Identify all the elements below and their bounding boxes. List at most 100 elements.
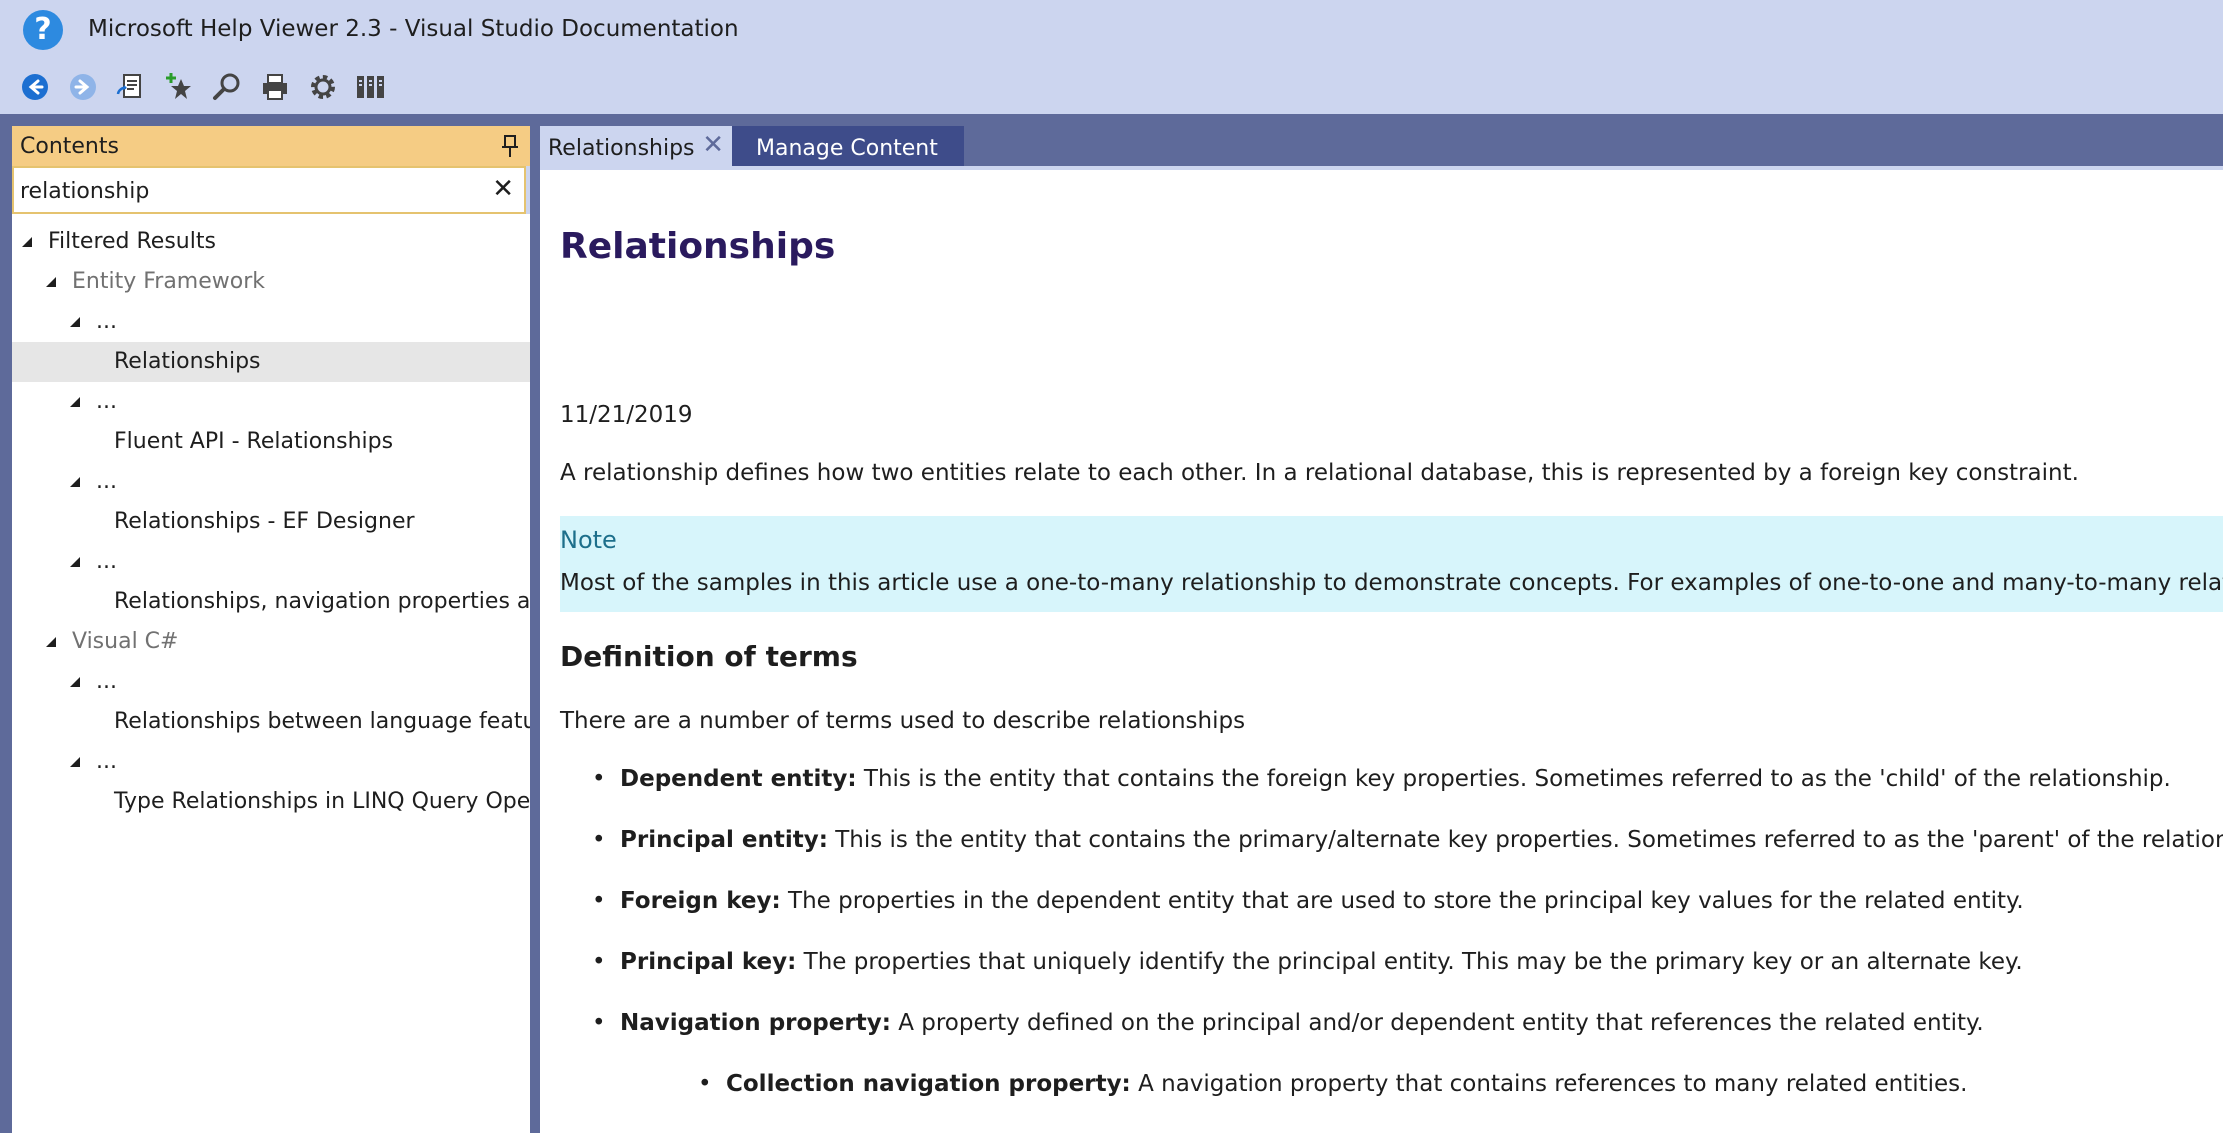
tree-node-label: ... [96, 549, 117, 574]
contents-pane-header: Contents [12, 126, 530, 166]
pane-splitter[interactable] [530, 114, 540, 1133]
term-text: Dependent entity: This is the entity tha… [620, 766, 2171, 792]
tree-node-label: ... [96, 469, 117, 494]
tree-node[interactable]: ... [12, 662, 530, 702]
section-heading: Definition of terms [560, 640, 858, 673]
tree-node-label: Type Relationships in LINQ Query Operati… [114, 789, 530, 814]
intro-paragraph: A relationship defines how two entities … [560, 460, 2079, 486]
document-date: 11/21/2019 [560, 402, 693, 428]
document-content: Relationships 11/21/2019 A relationship … [540, 170, 2223, 1133]
term-name: Principal key: [620, 949, 797, 975]
expand-triangle-icon[interactable] [46, 277, 56, 287]
tree-node[interactable]: Relationships [12, 342, 530, 382]
term-description: This is the entity that contains the for… [856, 766, 2171, 792]
tree-node-label: ... [96, 749, 117, 774]
tree-node[interactable]: Visual C# [12, 622, 530, 662]
manage-content-button[interactable] [354, 70, 388, 104]
sync-contents-button[interactable] [114, 70, 148, 104]
tree-node-label: Visual C# [72, 629, 179, 654]
bullet-icon: • [592, 888, 606, 914]
tree-node[interactable]: ... [12, 462, 530, 502]
page-title: Relationships [560, 226, 836, 267]
settings-button[interactable] [306, 70, 340, 104]
tree-node[interactable]: Entity Framework [12, 262, 530, 302]
pin-icon[interactable] [500, 134, 520, 158]
note-text: Most of the samples in this article use … [560, 570, 2223, 596]
expand-triangle-icon[interactable] [22, 237, 32, 247]
term-name: Dependent entity: [620, 766, 857, 792]
tree-node-label: Relationships, navigation properties and… [114, 589, 530, 614]
expand-triangle-icon[interactable] [70, 557, 80, 567]
tree-node[interactable]: Fluent API - Relationships [12, 422, 530, 462]
sync-contents-icon [116, 74, 141, 98]
tree-node[interactable]: ... [12, 302, 530, 342]
forward-arrow-icon [70, 74, 96, 100]
expand-triangle-icon[interactable] [70, 477, 80, 487]
term-text: Collection navigation property: A naviga… [726, 1071, 1967, 1097]
section-intro: There are a number of terms used to desc… [560, 708, 1246, 734]
expand-triangle-icon[interactable] [46, 637, 56, 647]
library-books-icon [357, 76, 384, 98]
expand-triangle-icon[interactable] [70, 677, 80, 687]
tree-node[interactable]: ... [12, 382, 530, 422]
find-button[interactable] [210, 70, 244, 104]
tree-node-label: Relationships - EF Designer [114, 509, 415, 534]
term-text: Principal entity: This is the entity tha… [620, 827, 2223, 853]
term-description: The properties in the dependent entity t… [780, 888, 2024, 914]
term-name: Principal entity: [620, 827, 828, 853]
contents-title: Contents [20, 134, 119, 159]
tree-node[interactable]: Type Relationships in LINQ Query Operati… [12, 782, 530, 822]
tree-node[interactable]: ... [12, 742, 530, 782]
contents-tree: Filtered Results Entity Framework... Relat… [12, 214, 530, 1133]
add-favorite-button[interactable] [162, 70, 196, 104]
term-description: A property defined on the principal and/… [890, 1010, 1984, 1036]
tree-node[interactable]: Relationships between language features [12, 702, 530, 742]
tree-node-label: Filtered Results [48, 229, 216, 254]
document-tab-strip: Relationships ✕ Manage Content [540, 126, 2223, 166]
close-tab-icon[interactable]: ✕ [702, 130, 724, 160]
expand-triangle-icon[interactable] [70, 317, 80, 327]
contents-search-box: ✕ [12, 166, 526, 214]
contents-search-input[interactable] [20, 176, 460, 206]
tree-node-label: ... [96, 309, 117, 334]
tree-node-label: Entity Framework [72, 269, 266, 294]
clear-search-icon[interactable]: ✕ [492, 174, 514, 204]
term-text: Navigation property: A property defined … [620, 1010, 1984, 1036]
term-name: Collection navigation property: [726, 1071, 1131, 1097]
find-magnifier-icon [213, 73, 240, 100]
forward-button[interactable] [66, 70, 100, 104]
add-favorite-icon [166, 73, 191, 99]
term-description: This is the entity that contains the pri… [827, 827, 2223, 853]
term-name: Navigation property: [620, 1010, 891, 1036]
tree-node[interactable]: Relationships - EF Designer [12, 502, 530, 542]
expand-triangle-icon[interactable] [70, 757, 80, 767]
tree-node[interactable]: Filtered Results [12, 222, 530, 262]
bullet-icon: • [592, 949, 606, 975]
help-question-icon: ? [23, 10, 63, 50]
note-title: Note [560, 526, 617, 554]
term-description: A navigation property that contains refe… [1130, 1071, 1968, 1097]
tree-node-label: ... [96, 669, 117, 694]
tab-relationships[interactable]: Relationships ✕ [540, 126, 732, 166]
bullet-icon: • [592, 827, 606, 853]
tab-label: Manage Content [756, 136, 938, 161]
gear-icon [311, 75, 335, 99]
bullet-icon: • [698, 1071, 712, 1097]
print-button[interactable] [258, 70, 292, 104]
tab-label: Relationships [548, 136, 695, 161]
frame-top-border [0, 114, 2223, 126]
tree-node-label: Fluent API - Relationships [114, 429, 394, 454]
back-button[interactable] [18, 70, 52, 104]
expand-triangle-icon[interactable] [70, 397, 80, 407]
note-callout: Note Most of the samples in this article… [560, 516, 2223, 612]
tree-node-label: Relationships [114, 349, 261, 374]
title-bar: ? Microsoft Help Viewer 2.3 - Visual Stu… [0, 0, 2223, 62]
bullet-icon: • [592, 766, 606, 792]
tree-node[interactable]: ... [12, 542, 530, 582]
term-name: Foreign key: [620, 888, 781, 914]
term-description: The properties that uniquely identify th… [796, 949, 2023, 975]
tab-manage-content[interactable]: Manage Content [732, 126, 964, 166]
term-text: Foreign key: The properties in the depen… [620, 888, 2024, 914]
tree-node[interactable]: Relationships, navigation properties and… [12, 582, 530, 622]
term-text: Principal key: The properties that uniqu… [620, 949, 2023, 975]
